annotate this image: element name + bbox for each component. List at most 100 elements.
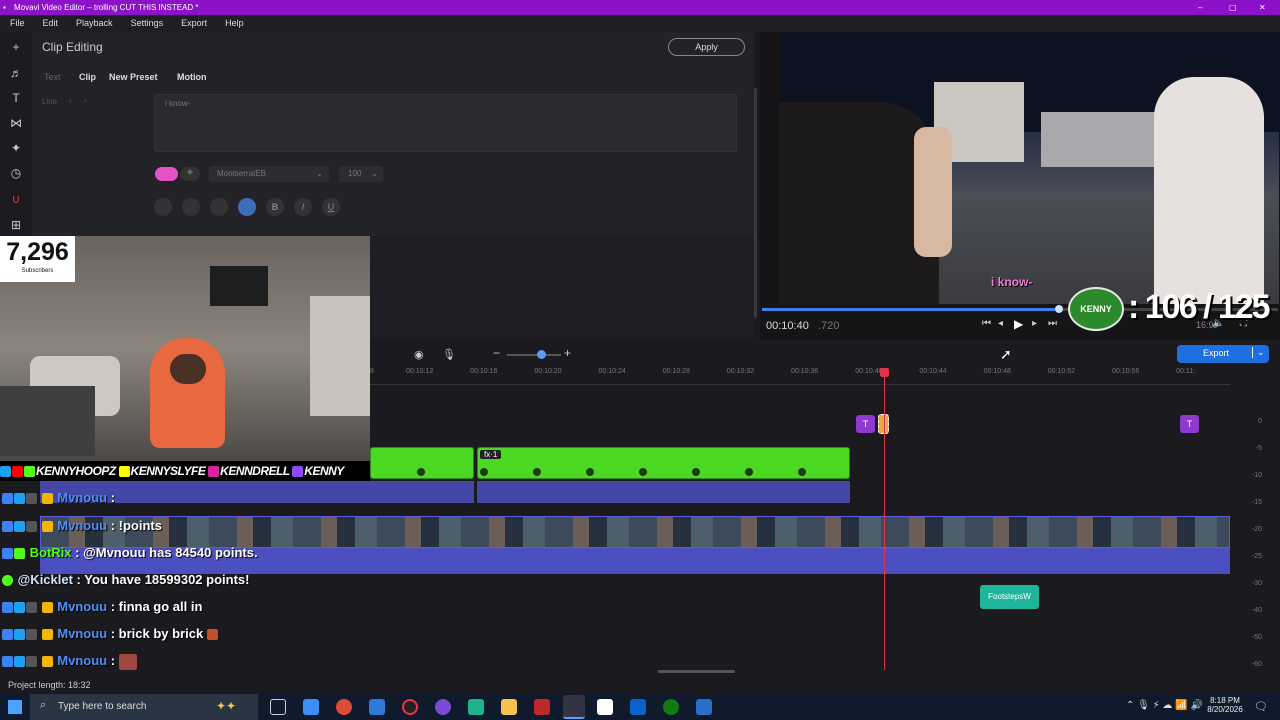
- notification-icon[interactable]: 🗨: [1254, 700, 1268, 713]
- menu-file[interactable]: File: [10, 18, 25, 28]
- twitter-icon: [0, 466, 11, 478]
- maximize-button[interactable]: ▢: [1229, 0, 1237, 15]
- underline-icon[interactable]: U: [322, 198, 340, 216]
- text-input[interactable]: i know-: [154, 94, 737, 152]
- chat-message: : !points: [107, 518, 162, 533]
- chrome-icon[interactable]: [336, 699, 352, 715]
- preview-progress-handle[interactable]: [1055, 305, 1063, 313]
- search-box[interactable]: ⌕ Type here to search ✦✦: [30, 694, 258, 720]
- video-preview[interactable]: i know-: [779, 32, 1279, 304]
- font-select[interactable]: MontserratEB ⌄: [209, 166, 329, 182]
- clock-time: 8:18 PM: [1210, 696, 1240, 705]
- music-icon[interactable]: ♬: [8, 66, 24, 82]
- title-clip[interactable]: T: [856, 415, 875, 433]
- bold-icon[interactable]: B: [266, 198, 284, 216]
- kenny-badge-logo: KENNY: [1068, 287, 1124, 331]
- project-length: Project length: 18:32: [8, 680, 91, 690]
- footsteps-audio-clip[interactable]: FootstepsW: [980, 585, 1039, 609]
- outlook-icon[interactable]: [630, 699, 646, 715]
- copilot-icon[interactable]: [303, 699, 319, 715]
- size-select[interactable]: 100 ⌄: [339, 166, 383, 182]
- clock[interactable]: 8:18 PM 8/20/2026: [1204, 696, 1246, 714]
- obs-icon[interactable]: [402, 699, 418, 715]
- chevron-down-icon: ⌄: [371, 169, 378, 178]
- ruler-tick-label: 00:10:32: [726, 368, 755, 375]
- building-shape-2: [1041, 112, 1161, 167]
- xbox-icon[interactable]: [663, 699, 679, 715]
- skip-back-icon[interactable]: ⏮: [982, 318, 991, 329]
- fill-icon[interactable]: ◈: [180, 167, 200, 181]
- line-next-icon[interactable]: ›: [84, 96, 87, 105]
- audio-clip[interactable]: [477, 481, 850, 503]
- tab-clip[interactable]: Clip: [79, 72, 96, 82]
- ruler-tick-label: 00:10:24: [598, 368, 626, 375]
- playhead-line[interactable]: [884, 368, 885, 670]
- green-screen-clip[interactable]: [370, 447, 474, 479]
- transitions-icon[interactable]: ⋈: [8, 116, 24, 132]
- magnet-icon[interactable]: ∪: [8, 192, 24, 208]
- align-right-icon[interactable]: [210, 198, 228, 216]
- discord-icon[interactable]: [435, 699, 451, 715]
- clock-icon[interactable]: ◷: [8, 166, 24, 182]
- italic-icon[interactable]: I: [294, 198, 312, 216]
- db-scale-label: 0: [1258, 418, 1262, 425]
- fx-badge: fx·1: [480, 450, 502, 459]
- capcut-icon[interactable]: [597, 699, 613, 715]
- db-scale-label: -10: [1251, 472, 1262, 479]
- close-button[interactable]: ✕: [1259, 0, 1266, 15]
- ruler-tick-label: 00:11:: [1176, 368, 1196, 375]
- movavi-writer-icon[interactable]: [534, 699, 550, 715]
- windows-start-icon[interactable]: [8, 700, 22, 714]
- align-left-icon[interactable]: [154, 198, 172, 216]
- title-clip[interactable]: T: [1180, 415, 1199, 433]
- timeline-ruler[interactable]: 8 00:10:12 00:10:16 00:10:20 00:10:24 00:10:2…: [370, 340, 1230, 385]
- playhead-handle[interactable]: [880, 368, 889, 377]
- tool-sidebar: + ♬ T ⋈ ✦ ◷ ∪ ⊞: [0, 32, 32, 236]
- db-scale-label: -5: [1255, 445, 1262, 452]
- tab-text[interactable]: Text: [44, 72, 61, 82]
- apply-button[interactable]: Apply: [668, 38, 745, 56]
- app-icon-blue[interactable]: [696, 699, 712, 715]
- skip-forward-icon[interactable]: ⏭: [1048, 318, 1057, 329]
- movavi-editor-icon[interactable]: [563, 695, 585, 719]
- tab-new-preset[interactable]: New Preset: [109, 72, 158, 82]
- subscriber-label: Subscribers: [21, 268, 54, 274]
- panel-scrollbar[interactable]: [754, 88, 757, 318]
- green-screen-clip[interactable]: fx·1: [477, 447, 850, 479]
- social-handle: KENNYSLYFE: [130, 464, 206, 478]
- menu-edit[interactable]: Edit: [43, 18, 59, 28]
- next-frame-icon[interactable]: ▸: [1032, 318, 1037, 329]
- tab-motion[interactable]: Motion: [177, 72, 207, 82]
- filters-icon[interactable]: ✦: [8, 141, 24, 157]
- chevron-down-icon[interactable]: ⌄: [1252, 347, 1265, 358]
- search-placeholder: Type here to search: [58, 701, 147, 712]
- app-icon-teal[interactable]: [468, 699, 484, 715]
- menu-help[interactable]: Help: [225, 18, 244, 28]
- timeline-scrollbar[interactable]: [658, 670, 735, 673]
- ruler-tick-label: 8: [370, 368, 374, 375]
- task-view-icon[interactable]: [270, 699, 286, 715]
- kick-icon: [24, 466, 35, 478]
- line-prev-icon[interactable]: ‹: [69, 96, 72, 105]
- system-tray[interactable]: ⌃ 🎙 ⚡ ☁ 📶 🔊: [1126, 700, 1203, 711]
- add-icon[interactable]: +: [8, 40, 24, 56]
- socials-strip: KENNYHOOPZ KENNYSLYFE KENNDRELL KENNY: [0, 461, 370, 481]
- align-center-icon[interactable]: [182, 198, 200, 216]
- more-tools-icon[interactable]: ⊞: [8, 218, 24, 234]
- titles-icon[interactable]: T: [8, 91, 24, 107]
- prev-frame-icon[interactable]: ◂: [998, 318, 1003, 329]
- menu-playback[interactable]: Playback: [76, 18, 113, 28]
- color-swatch[interactable]: [155, 167, 178, 181]
- ruler-tick-label: 00:10:52: [1047, 368, 1076, 375]
- clock-date: 8/20/2026: [1207, 705, 1243, 714]
- preview-time: 00:10:40: [766, 320, 809, 332]
- align-justify-icon[interactable]: [238, 198, 256, 216]
- minimize-button[interactable]: –: [1198, 0, 1202, 15]
- menu-export[interactable]: Export: [181, 18, 207, 28]
- store-icon[interactable]: [369, 699, 385, 715]
- ruler-tick-label: 00:10:28: [662, 368, 690, 375]
- play-icon[interactable]: ▶: [1014, 317, 1023, 331]
- menu-settings[interactable]: Settings: [131, 18, 164, 28]
- file-explorer-icon[interactable]: [501, 699, 517, 715]
- ruler-tick-label: 00:10:40: [855, 368, 883, 375]
